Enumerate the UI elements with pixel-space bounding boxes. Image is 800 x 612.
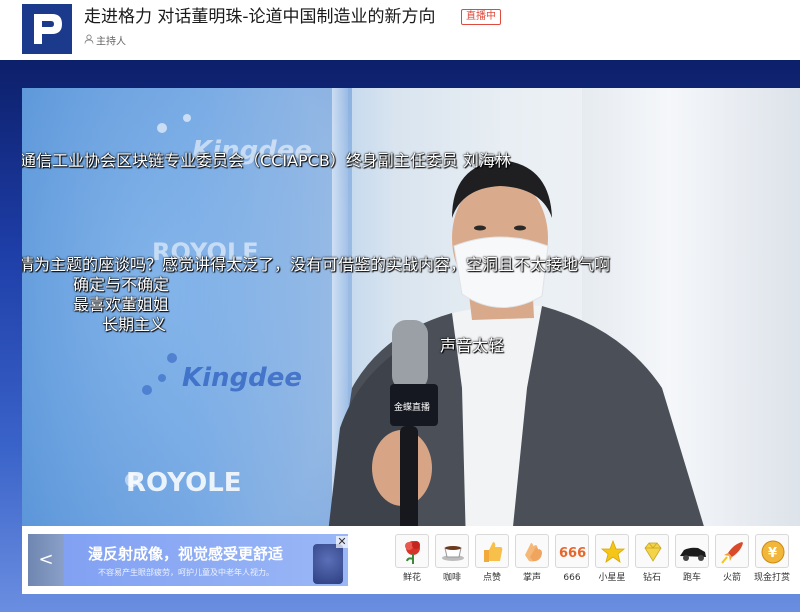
gift-label: 点赞: [482, 573, 501, 583]
six-six-six-text: 666: [559, 546, 586, 561]
yen-symbol: ¥: [768, 546, 777, 561]
danmaku-comment: 声音太轻: [440, 336, 505, 355]
coffee-icon: [435, 534, 469, 568]
ad-banner[interactable]: < 漫反射成像，视觉感受更舒适 不容易产生眼部疲劳，呵护儿童及中老年人视力。 ✕: [28, 534, 348, 586]
rocket-icon: [715, 534, 749, 568]
ad-product-image: [313, 544, 343, 584]
ad-prev-button[interactable]: <: [28, 534, 64, 586]
host-info[interactable]: 主持人: [84, 34, 126, 50]
gift-label: 跑车: [682, 573, 701, 583]
gift-label: 火箭: [722, 573, 741, 583]
thumbs-up-icon: [475, 534, 509, 568]
star-icon: [595, 534, 629, 568]
gift-thumbs-up[interactable]: 点赞: [474, 534, 512, 590]
ad-close-button[interactable]: ✕: [336, 536, 348, 548]
stream-title: 走进格力 对话董明珠-论道中国制造业的新方向: [84, 7, 436, 27]
gift-coffee[interactable]: 咖啡: [434, 534, 472, 590]
bottom-bar: < 漫反射成像，视觉感受更舒适 不容易产生眼部疲劳，呵护儿童及中老年人视力。 ✕: [22, 526, 800, 594]
six-six-six-icon: 666: [555, 534, 589, 568]
diamond-icon: [635, 534, 669, 568]
p-logo-icon: [22, 4, 72, 54]
gift-label: 咖啡: [442, 573, 461, 583]
ad-subtext: 不容易产生眼部疲劳，呵护儿童及中老年人视力。: [98, 568, 274, 577]
gift-label: 掌声: [522, 573, 541, 583]
flower-icon: [395, 534, 429, 568]
gift-label: 666: [563, 573, 581, 583]
cash-tip-icon: ¥: [755, 534, 789, 568]
gift-label: 现金打赏: [753, 573, 790, 583]
live-status-badge: 直播中: [461, 9, 501, 25]
gift-diamond[interactable]: 钻石: [634, 534, 672, 590]
clap-icon: [515, 534, 549, 568]
gift-label: 钻石: [642, 573, 661, 583]
danmaku-comment: 通信工业协会区块链专业委员会（CCIAPCB）终身副主任委员 刘海林: [22, 151, 511, 170]
mic-brand-text: 金蝶直播: [394, 401, 430, 413]
gift-sports-car[interactable]: 跑车: [674, 534, 712, 590]
gift-label: 鲜花: [402, 573, 421, 583]
gift-star[interactable]: 小星星: [594, 534, 632, 590]
gift-666[interactable]: 666 666: [554, 534, 592, 590]
sports-car-icon: [675, 534, 709, 568]
video-player[interactable]: Kingdee ROYOLE Kingdee ROYOLE 金蝶直播 通信工业协…: [22, 88, 800, 586]
danmaku-comment: 确定与不确定: [73, 275, 170, 294]
gift-flower[interactable]: 鲜花: [394, 534, 432, 590]
ad-headline: 漫反射成像，视觉感受更舒适: [88, 545, 284, 563]
gift-label: 小星星: [598, 573, 626, 583]
user-icon: [84, 34, 94, 49]
danmaku-comment: 最喜欢董姐姐: [73, 295, 170, 314]
header: 走进格力 对话董明珠-论道中国制造业的新方向 直播中 主持人: [0, 0, 800, 60]
live-stream-page: 走进格力 对话董明珠-论道中国制造业的新方向 直播中 主持人 Kingdee R…: [0, 0, 800, 612]
gift-cash-tip[interactable]: ¥ 现金打赏: [754, 534, 792, 590]
video-stage: Kingdee ROYOLE Kingdee ROYOLE 金蝶直播 通信工业协…: [0, 60, 800, 612]
gift-rocket[interactable]: 火箭: [714, 534, 752, 590]
gift-clap[interactable]: 掌声: [514, 534, 552, 590]
danmaku-comment: 情为主题的座谈吗？感觉讲得太泛了，没有可借鉴的实战内容，空洞且不太接地气啊: [22, 255, 611, 274]
channel-logo[interactable]: [22, 4, 72, 54]
gift-tray: 鲜花 咖啡 点赞 掌声 666 666 小星星 钻石 跑车 火箭 ¥ 现金打赏: [394, 534, 798, 590]
danmaku-comment: 长期主义: [102, 315, 167, 334]
host-label: 主持人: [96, 36, 126, 48]
